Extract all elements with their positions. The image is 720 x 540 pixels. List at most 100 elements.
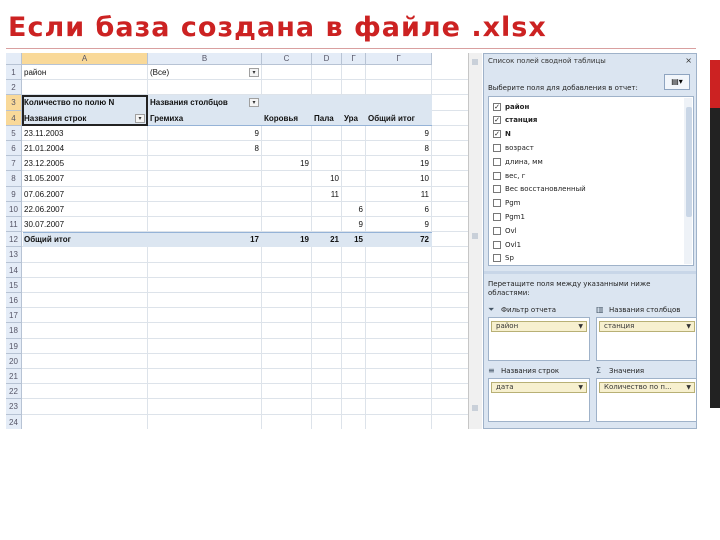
grand-total-label[interactable]: Общий итог [24, 232, 145, 247]
field-checkbox[interactable] [493, 226, 501, 235]
row-header[interactable]: 13 [6, 247, 22, 263]
splitter-grip[interactable] [472, 59, 478, 65]
value-cell[interactable]: 10 [368, 171, 429, 186]
field-checkbox[interactable]: ✓ [493, 102, 501, 111]
column-header[interactable]: B [148, 53, 262, 65]
row-label-cell[interactable]: 31.05.2007 [24, 171, 145, 186]
value-cell[interactable]: 9 [368, 217, 429, 232]
row-label-cell[interactable]: 07.06.2007 [24, 187, 145, 202]
field-item[interactable]: Ovl1 [493, 238, 521, 251]
field-checkbox[interactable] [493, 157, 501, 166]
filter-field-chip[interactable]: район ▼ [491, 321, 587, 332]
row-header[interactable]: 10 [6, 201, 22, 217]
splitter-grip[interactable] [472, 405, 478, 411]
field-item[interactable]: Pgm1 [493, 210, 525, 223]
grand-total-cell[interactable]: 17 [150, 232, 259, 247]
grand-total-cell[interactable]: 72 [368, 232, 429, 247]
pane-splitter[interactable] [469, 53, 482, 429]
row-header[interactable]: 11 [6, 217, 22, 233]
field-checkbox[interactable] [493, 199, 501, 208]
scrollbar-thumb[interactable] [686, 107, 692, 217]
select-all-corner[interactable] [6, 53, 22, 65]
row-header[interactable]: 3 [6, 95, 22, 111]
column-labels-caption[interactable]: Названия столбцов [150, 95, 259, 110]
splitter-grip[interactable] [472, 233, 478, 239]
field-item[interactable]: Pgm [493, 197, 520, 210]
row-header[interactable]: 15 [6, 277, 22, 293]
row-header[interactable]: 24 [6, 414, 22, 429]
grand-total-cell[interactable]: 19 [264, 232, 309, 247]
close-icon[interactable]: × [685, 56, 692, 65]
row-header[interactable]: 5 [6, 125, 22, 141]
row-header[interactable]: 12 [6, 232, 22, 248]
field-checkbox[interactable] [493, 212, 501, 221]
values-field-chip[interactable]: Количество по п... ▼ [599, 382, 695, 393]
column-label-cell[interactable]: Гремиха [150, 111, 259, 126]
column-header[interactable]: D [312, 53, 342, 65]
field-checkbox[interactable] [493, 254, 501, 263]
grand-total-cell[interactable]: 15 [344, 232, 363, 247]
chevron-down-icon[interactable]: ▼ [578, 383, 583, 392]
row-header[interactable]: 20 [6, 353, 22, 369]
field-checkbox[interactable] [493, 185, 501, 194]
value-cell[interactable]: 9 [150, 126, 259, 141]
field-item[interactable]: ✓ N [493, 128, 511, 141]
column-header[interactable]: Г [342, 53, 366, 65]
field-item[interactable]: Sp [493, 252, 514, 265]
layout-icon[interactable]: ▤▾ [664, 74, 690, 90]
field-item[interactable]: вес, г [493, 169, 525, 182]
spreadsheet[interactable]: A B C D Г Г 1 2 3 4 5 6 7 8 9 10 11 12 13 14 15 16 17 18 19 20 21 2… [6, 53, 469, 429]
value-cell[interactable]: 9 [344, 217, 363, 232]
field-item[interactable]: Вес восстановленный [493, 183, 586, 196]
row-header[interactable]: 17 [6, 308, 22, 324]
row-header[interactable]: 21 [6, 369, 22, 385]
row-label-cell[interactable]: 23.12.2005 [24, 156, 145, 171]
row-header[interactable]: 7 [6, 156, 22, 172]
field-checkbox[interactable]: ✓ [493, 130, 501, 139]
field-item[interactable]: возраст [493, 141, 534, 154]
row-header[interactable]: 4 [6, 110, 22, 126]
columns-zone[interactable]: станция ▼ [596, 317, 696, 361]
row-header[interactable]: 9 [6, 186, 22, 202]
filter-value-cell[interactable]: (Все) [150, 65, 259, 80]
value-cell[interactable]: 19 [264, 156, 309, 171]
field-item[interactable]: Ovl [493, 224, 517, 237]
value-cell[interactable]: 19 [368, 156, 429, 171]
column-header[interactable]: A [22, 53, 148, 65]
value-cell[interactable]: 11 [314, 187, 339, 202]
column-label-cell[interactable]: Коровья [264, 111, 309, 126]
value-cell[interactable]: 11 [368, 187, 429, 202]
row-header[interactable]: 14 [6, 262, 22, 278]
value-cell[interactable]: 8 [368, 141, 429, 156]
row-header[interactable]: 8 [6, 171, 22, 187]
field-checkbox[interactable] [493, 171, 501, 180]
columns-field-chip[interactable]: станция ▼ [599, 321, 695, 332]
filter-field-cell[interactable]: район [24, 65, 145, 80]
filter-zone[interactable]: район ▼ [488, 317, 590, 361]
rows-zone[interactable]: дата ▼ [488, 378, 590, 422]
row-label-cell[interactable]: 23.11.2003 [24, 126, 145, 141]
row-header[interactable]: 2 [6, 80, 22, 96]
value-cell[interactable]: 8 [150, 141, 259, 156]
column-header[interactable]: Г [366, 53, 432, 65]
filter-dropdown-button[interactable]: ▾ [249, 68, 259, 77]
chevron-down-icon[interactable]: ▼ [686, 322, 691, 331]
chevron-down-icon[interactable]: ▼ [578, 322, 583, 331]
row-header[interactable]: 16 [6, 293, 22, 309]
field-item[interactable]: ✓ район [493, 100, 529, 113]
row-header[interactable]: 23 [6, 399, 22, 415]
value-cell[interactable]: 6 [368, 202, 429, 217]
field-checkbox[interactable] [493, 143, 501, 152]
column-header[interactable]: C [262, 53, 312, 65]
row-header[interactable]: 1 [6, 65, 22, 81]
row-label-cell[interactable]: 22.06.2007 [24, 202, 145, 217]
row-label-cell[interactable]: 21.01.2004 [24, 141, 145, 156]
field-item[interactable]: длина, мм [493, 155, 543, 168]
row-header[interactable]: 6 [6, 141, 22, 157]
row-header[interactable]: 18 [6, 323, 22, 339]
rows-field-chip[interactable]: дата ▼ [491, 382, 587, 393]
field-item[interactable]: ✓ станция [493, 114, 537, 127]
value-cell[interactable]: 9 [368, 126, 429, 141]
row-header[interactable]: 19 [6, 338, 22, 354]
column-label-cell[interactable]: Ура [344, 111, 363, 126]
